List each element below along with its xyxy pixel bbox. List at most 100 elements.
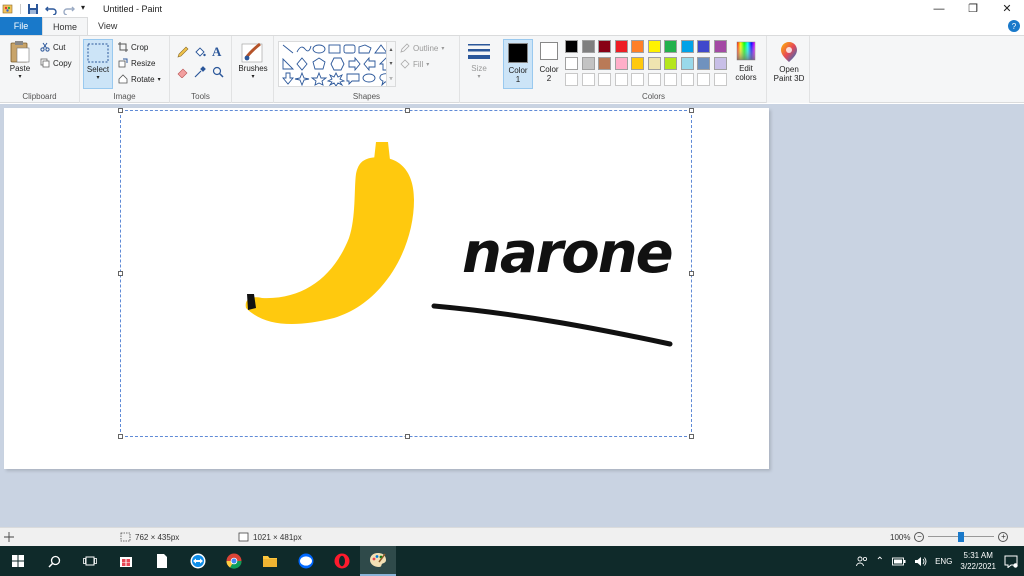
selection-handle-top-left[interactable] <box>118 108 123 113</box>
selection-handle-top-right[interactable] <box>689 108 694 113</box>
taskbar-app-teamviewer[interactable] <box>180 546 216 576</box>
palette-swatch[interactable] <box>614 73 628 86</box>
people-icon[interactable] <box>855 555 868 567</box>
taskbar-app-store[interactable] <box>108 546 144 576</box>
tab-view[interactable]: View <box>88 17 127 35</box>
tools-group: A Tools <box>170 36 232 103</box>
language-indicator[interactable]: ENG <box>935 557 952 566</box>
magnifier-icon[interactable] <box>212 66 224 78</box>
battery-icon[interactable] <box>892 557 906 566</box>
brushes-button[interactable]: Brushes ▾ <box>235 40 271 80</box>
start-button[interactable] <box>0 546 36 576</box>
palette-swatch[interactable] <box>614 56 628 70</box>
taskbar-app-notepad[interactable] <box>144 546 180 576</box>
pencil-icon[interactable] <box>177 46 189 58</box>
search-button[interactable] <box>36 546 72 576</box>
customize-quick-access-icon[interactable]: ▾ <box>81 3 93 15</box>
select-button[interactable]: Select ▾ <box>83 39 113 89</box>
volume-icon[interactable] <box>914 556 927 567</box>
undo-icon[interactable] <box>45 3 57 16</box>
taskbar-app-opera[interactable] <box>324 546 360 576</box>
color-picker-icon[interactable] <box>194 66 206 78</box>
palette-swatch[interactable] <box>680 56 694 70</box>
palette-swatch[interactable] <box>697 73 710 86</box>
zoom-in-button[interactable]: + <box>998 532 1009 542</box>
fill-button[interactable]: Fill ▾ <box>400 59 429 69</box>
shapes-gallery-scroll[interactable]: ▴ ▾ ▿ <box>386 41 396 87</box>
selection-handle-bottom-right[interactable] <box>689 434 694 439</box>
palette-swatch[interactable] <box>697 56 710 70</box>
zoom-slider-thumb[interactable] <box>958 532 965 542</box>
task-view-button[interactable] <box>72 546 108 576</box>
palette-swatch[interactable] <box>647 73 661 86</box>
paint-app-icon[interactable] <box>2 3 14 15</box>
palette-swatch[interactable] <box>664 73 677 86</box>
palette-swatch[interactable] <box>631 40 644 53</box>
color2-button[interactable]: Color 2 <box>536 42 562 83</box>
system-clock[interactable]: 5:31 AM 3/22/2021 <box>960 550 996 572</box>
text-tool-icon[interactable]: A <box>212 44 221 60</box>
palette-swatch[interactable] <box>680 40 694 53</box>
redo-icon[interactable] <box>63 3 75 16</box>
palette-swatch[interactable] <box>697 40 710 53</box>
rotate-button[interactable]: Rotate ▾ <box>118 74 161 84</box>
selection-handle-bottom[interactable] <box>405 434 410 439</box>
tab-home[interactable]: Home <box>42 17 89 35</box>
help-icon[interactable]: ? <box>1008 20 1020 32</box>
save-icon[interactable] <box>27 3 39 15</box>
selection-handle-right[interactable] <box>689 271 694 276</box>
close-button[interactable]: ✕ <box>990 0 1024 17</box>
palette-swatch[interactable] <box>631 56 644 70</box>
canvas-workspace[interactable]: narone <box>0 104 1024 527</box>
taskbar-app-zalo[interactable] <box>288 546 324 576</box>
copy-button[interactable]: Copy <box>40 58 72 68</box>
palette-swatch[interactable] <box>581 56 595 70</box>
paste-button[interactable]: Paste ▾ <box>6 40 34 80</box>
palette-swatch[interactable] <box>565 56 578 70</box>
zoom-slider[interactable] <box>928 532 995 542</box>
palette-swatch[interactable] <box>680 73 694 86</box>
palette-swatch[interactable] <box>581 73 595 86</box>
minimize-button[interactable]: — <box>922 0 956 17</box>
selection-handle-left[interactable] <box>118 271 123 276</box>
drawing-canvas[interactable]: narone <box>4 108 769 469</box>
shapes-gallery[interactable] <box>278 41 396 87</box>
palette-swatch[interactable] <box>631 73 644 86</box>
palette-swatch[interactable] <box>664 56 677 70</box>
fill-bucket-icon[interactable] <box>194 46 206 58</box>
folder-icon <box>263 556 277 567</box>
palette-swatch[interactable] <box>713 56 727 70</box>
palette-swatch[interactable] <box>598 73 611 86</box>
zoom-out-button[interactable]: − <box>914 532 925 542</box>
size-button[interactable]: Size ▾ <box>463 42 495 80</box>
palette-swatch[interactable] <box>565 73 578 86</box>
taskbar-app-file-explorer[interactable] <box>252 546 288 576</box>
open-paint3d-button[interactable]: Open Paint 3D <box>769 41 809 83</box>
palette-swatch[interactable] <box>598 40 611 53</box>
palette-swatch[interactable] <box>581 40 595 53</box>
palette-swatch[interactable] <box>713 40 727 53</box>
color1-button[interactable]: Color 1 <box>503 39 533 89</box>
palette-swatch[interactable] <box>598 56 611 70</box>
palette-swatch[interactable] <box>713 73 727 86</box>
selection-rectangle[interactable] <box>118 108 694 439</box>
notifications-icon[interactable] <box>1004 555 1018 568</box>
tab-file[interactable]: File <box>0 17 42 35</box>
palette-swatch[interactable] <box>565 40 578 53</box>
edit-colors-button[interactable]: Edit colors <box>732 41 760 82</box>
restore-button[interactable]: ❐ <box>956 0 990 17</box>
palette-swatch[interactable] <box>647 56 661 70</box>
show-hidden-icons-icon[interactable]: ⌃ <box>876 556 884 567</box>
resize-button[interactable]: Resize <box>118 58 155 68</box>
palette-swatch[interactable] <box>664 40 677 53</box>
selection-handle-top[interactable] <box>405 108 410 113</box>
taskbar-app-paint[interactable] <box>360 546 396 576</box>
selection-handle-bottom-left[interactable] <box>118 434 123 439</box>
outline-button[interactable]: Outline ▾ <box>400 43 444 53</box>
palette-swatch[interactable] <box>647 40 661 53</box>
crop-button[interactable]: Crop <box>118 42 148 52</box>
taskbar-app-chrome[interactable] <box>216 546 252 576</box>
eraser-icon[interactable] <box>177 66 189 78</box>
cut-button[interactable]: Cut <box>40 42 65 52</box>
palette-swatch[interactable] <box>614 40 628 53</box>
